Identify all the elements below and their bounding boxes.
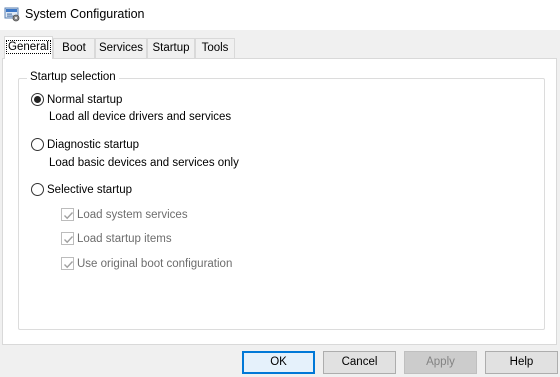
use-original-boot-config-label: Use original boot configuration <box>77 257 233 270</box>
tab-general-label: General <box>6 40 51 54</box>
tab-services-label: Services <box>98 42 144 54</box>
normal-startup-radio[interactable]: Normal startup <box>31 93 122 106</box>
apply-button[interactable]: Apply <box>404 351 477 374</box>
radio-unselected-icon <box>31 138 44 151</box>
diagnostic-startup-description: Load basic devices and services only <box>49 157 239 169</box>
tab-tools-label: Tools <box>201 42 229 54</box>
checkmark-icon <box>61 232 74 245</box>
startup-selection-group: Startup selection Normal startup Load al… <box>18 71 545 330</box>
tab-startup[interactable]: Startup <box>147 38 195 58</box>
checkmark-icon <box>61 257 74 270</box>
title-bar: System Configuration <box>0 0 560 30</box>
window-title: System Configuration <box>25 7 145 21</box>
cancel-button[interactable]: Cancel <box>323 351 396 374</box>
radio-selected-icon <box>31 93 44 106</box>
ok-button[interactable]: OK <box>242 351 315 374</box>
radio-unselected-icon <box>31 183 44 196</box>
msconfig-icon <box>4 6 20 22</box>
diagnostic-startup-radio[interactable]: Diagnostic startup <box>31 138 139 151</box>
general-tab-panel: Startup selection Normal startup Load al… <box>2 58 557 345</box>
tab-general[interactable]: General <box>4 36 53 59</box>
checkmark-icon <box>61 208 74 221</box>
tab-boot-label: Boot <box>62 42 86 54</box>
normal-startup-description: Load all device drivers and services <box>49 111 232 123</box>
tab-startup-label: Startup <box>152 42 190 54</box>
normal-startup-label: Normal startup <box>47 93 123 106</box>
load-startup-items-checkbox[interactable]: Load startup items <box>61 232 172 245</box>
load-startup-items-label: Load startup items <box>77 232 172 245</box>
load-system-services-label: Load system services <box>77 208 188 221</box>
load-system-services-checkbox[interactable]: Load system services <box>61 208 188 221</box>
selective-startup-label: Selective startup <box>47 183 133 196</box>
tab-tools[interactable]: Tools <box>195 38 235 58</box>
tab-services[interactable]: Services <box>95 38 147 58</box>
use-original-boot-config-checkbox[interactable]: Use original boot configuration <box>61 257 232 270</box>
diagnostic-startup-label: Diagnostic startup <box>47 138 140 151</box>
help-button[interactable]: Help <box>485 351 558 374</box>
selective-startup-radio[interactable]: Selective startup <box>31 183 132 196</box>
startup-selection-legend: Startup selection <box>27 71 119 83</box>
tab-boot[interactable]: Boot <box>53 38 95 58</box>
